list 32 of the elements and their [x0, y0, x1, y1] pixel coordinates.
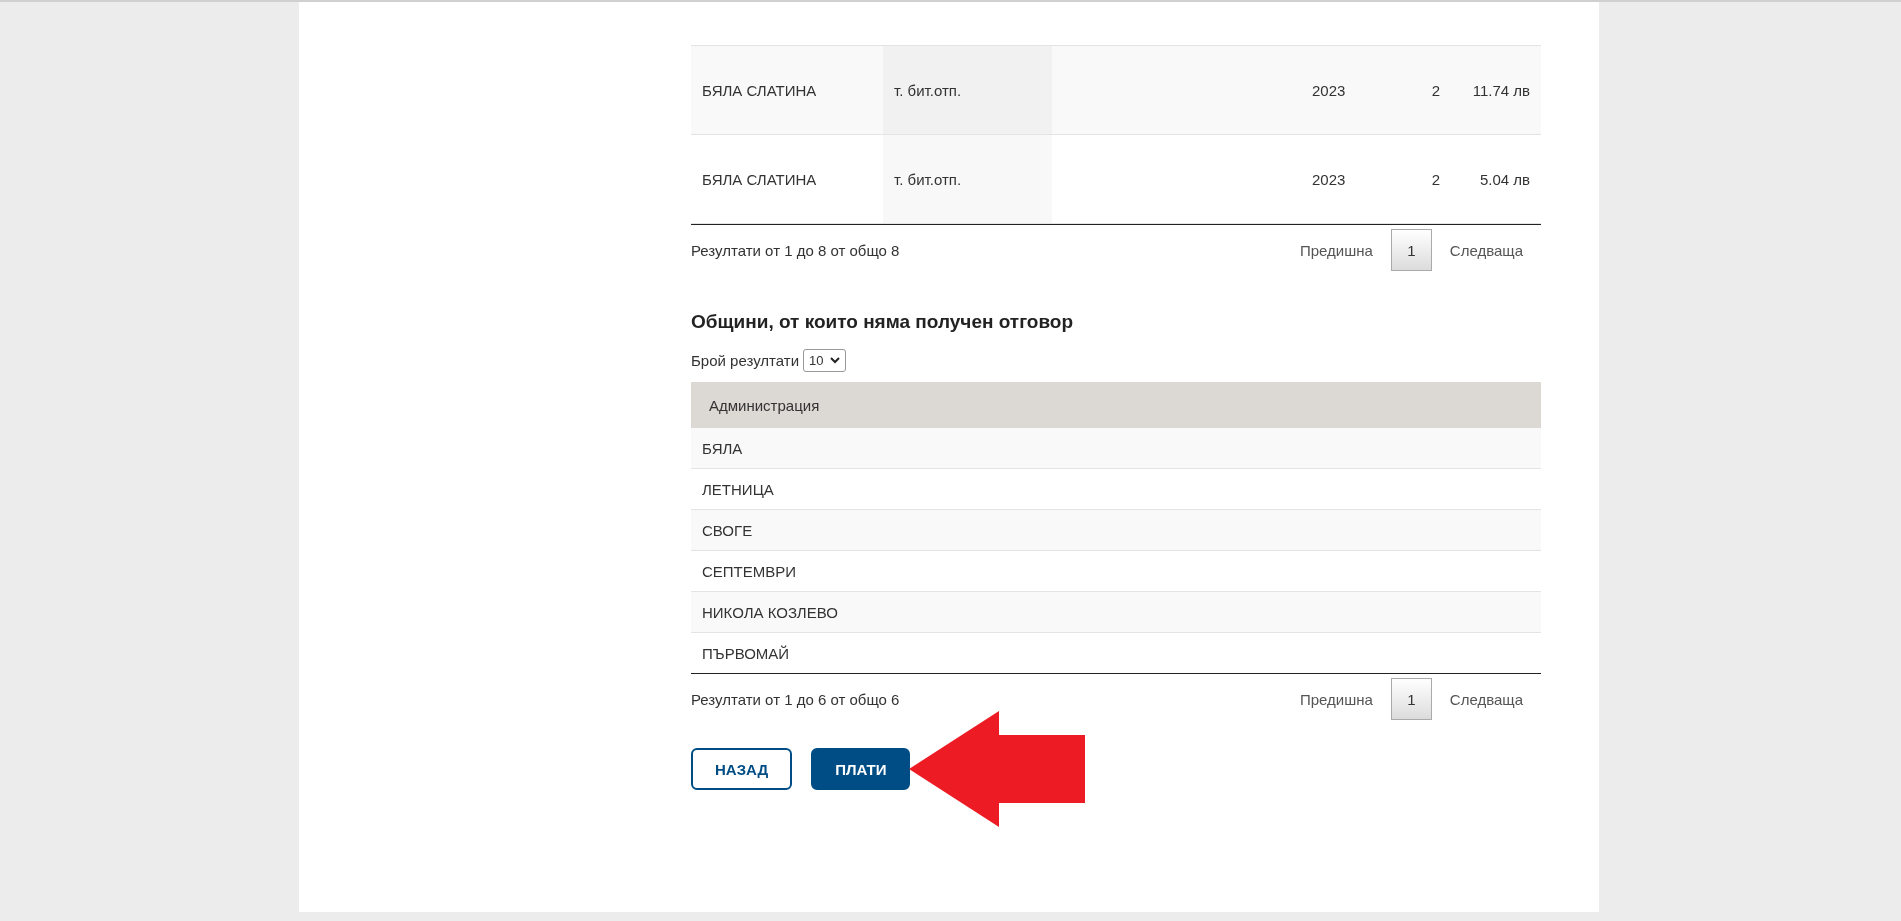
table-cell: т. бит.отп. [883, 135, 1052, 223]
next-link[interactable]: Следваща [1431, 241, 1541, 259]
page-size-label: Брой резултати [691, 352, 800, 369]
table-cell-text: 2 [1430, 80, 1441, 101]
table-cell-text: 2023 [1311, 80, 1347, 101]
table-cell: СВОГЕ [702, 521, 753, 539]
table-cell-text: 2023 [1311, 169, 1347, 190]
previous-link[interactable]: Предишна [1281, 241, 1391, 259]
section-title: Общини, от които няма получен отговор [691, 311, 1075, 333]
table-cell: т. бит.отп. [883, 46, 1052, 134]
page-button[interactable]: 1 [1390, 229, 1432, 271]
table-cell-text: 2 [1430, 169, 1441, 190]
table-cell: ЛЕТНИЦА [702, 480, 774, 498]
page-size-select[interactable]: 10 [803, 349, 846, 372]
column-header: Администрация [709, 396, 820, 414]
back-button[interactable]: НАЗАД [691, 748, 793, 790]
table-cell-text: БЯЛА СЛАТИНА [701, 80, 818, 101]
table-cell: СЕПТЕМВРИ [702, 562, 797, 580]
table-cell-text: 5.04 лв [1478, 169, 1531, 190]
previous-link[interactable]: Предишна [1281, 690, 1391, 708]
table-cell-text: 11.74 лв [1471, 80, 1531, 101]
table-cell-text: БЯЛА СЛАТИНА [701, 169, 818, 190]
table-cell: НИКОЛА КОЗЛЕВО [702, 603, 838, 621]
results-summary: Резултати от 1 до 8 от общо 8 [691, 241, 900, 259]
page-button[interactable]: 1 [1390, 678, 1432, 720]
pay-button[interactable]: ПЛАТИ [811, 748, 911, 790]
pointer-arrow-icon [909, 711, 1085, 827]
table-cell: ПЪРВОМАЙ [702, 644, 790, 662]
results-summary: Резултати от 1 до 6 от общо 6 [691, 690, 900, 708]
next-link[interactable]: Следваща [1431, 690, 1541, 708]
table-cell: БЯЛА [702, 439, 743, 457]
chevron-down-icon [829, 357, 840, 364]
